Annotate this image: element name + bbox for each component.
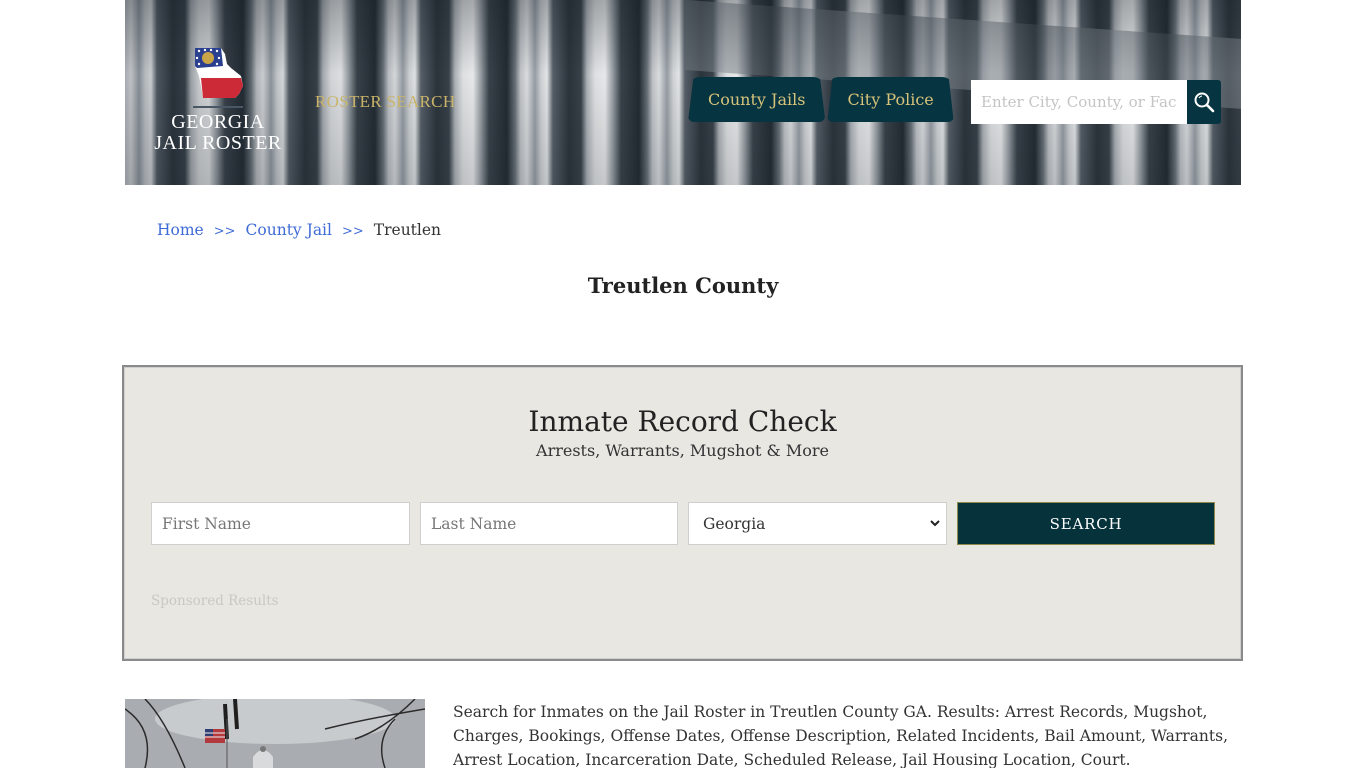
- record-check-title: Inmate Record Check: [528, 405, 837, 438]
- roster-search-link[interactable]: ROSTER SEARCH: [315, 92, 455, 112]
- breadcrumb-separator: >>: [341, 224, 364, 239]
- sponsored-results-label: Sponsored Results: [151, 593, 279, 609]
- search-icon: [1194, 92, 1215, 113]
- county-photo: [125, 699, 425, 768]
- main-nav: County Jails City Police: [688, 77, 954, 122]
- site-logo[interactable]: GEORGIA JAIL ROSTER: [153, 46, 283, 161]
- state-select[interactable]: Georgia: [688, 502, 947, 545]
- last-name-input[interactable]: [420, 502, 678, 545]
- site-search: [971, 80, 1221, 124]
- breadcrumb-separator: >>: [213, 224, 236, 239]
- georgia-state-flag-map-icon: [195, 48, 243, 98]
- courthouse-photo-illustration: [125, 699, 425, 768]
- county-description: Search for Inmates on the Jail Roster in…: [453, 703, 1228, 768]
- first-name-input[interactable]: [151, 502, 410, 545]
- site-search-button[interactable]: [1187, 80, 1221, 124]
- page-title: Treutlen County: [587, 273, 779, 298]
- breadcrumb-county-jail[interactable]: County Jail: [246, 221, 332, 239]
- logo-text: GEORGIA JAIL ROSTER: [153, 112, 283, 154]
- inmate-record-check-panel: Inmate Record Check Arrests, Warrants, M…: [122, 365, 1243, 661]
- nav-tab-city-police[interactable]: City Police: [827, 77, 954, 122]
- site-header: GEORGIA JAIL ROSTER ROSTER SEARCH County…: [125, 0, 1241, 185]
- facility-search-input[interactable]: [971, 80, 1187, 124]
- record-check-subtitle: Arrests, Warrants, Mugshot & More: [536, 441, 829, 460]
- breadcrumb-home[interactable]: Home: [157, 221, 204, 239]
- logo-line-2: JAIL ROSTER: [154, 132, 282, 154]
- logo-divider: [193, 106, 243, 108]
- breadcrumb: Home >> County Jail >> Treutlen: [157, 221, 441, 239]
- record-search-button[interactable]: SEARCH: [957, 502, 1215, 545]
- breadcrumb-current: Treutlen: [373, 221, 442, 239]
- nav-tab-county-jails[interactable]: County Jails: [688, 77, 826, 122]
- logo-line-1: GEORGIA: [171, 111, 265, 133]
